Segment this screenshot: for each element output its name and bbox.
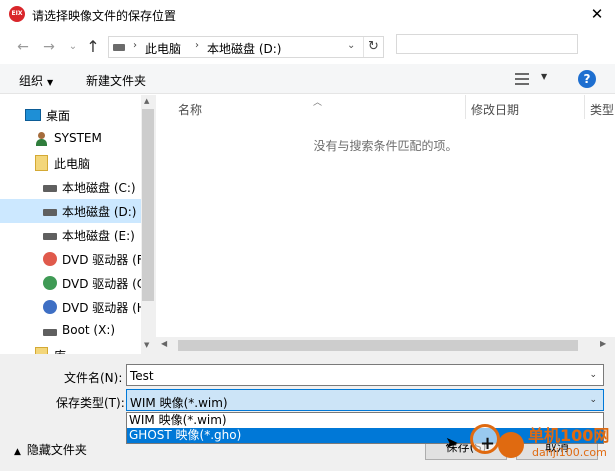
chevron-right-icon: › [133,40,137,51]
sidebar-item-dvd-h[interactable]: DVD 驱动器 (H [0,295,146,319]
caret-down-icon: ▼ [47,78,54,87]
column-divider[interactable] [465,95,466,119]
empty-folder-message: 没有与搜索条件匹配的项。 [313,139,458,153]
horizontal-scrollbar-thumb[interactable] [178,340,578,351]
column-header-modified[interactable]: 修改日期 [471,101,519,118]
sidebar-item-label: 桌面 [46,109,71,123]
sidebar-item-this-pc[interactable]: 此电脑 [0,151,141,175]
sidebar-item-drive-e[interactable]: 本地磁盘 (E:) [0,223,141,247]
filename-label: 文件名(N): [64,371,123,385]
filetype-label: 保存类型(T): [56,396,125,410]
navigation-pane: 桌面 SYSTEM 此电脑 本地磁盘 (C:) 本地磁盘 (D:) 本地磁盘 (… [0,95,156,354]
filename-field[interactable]: Test ⌄ [126,364,604,386]
close-icon[interactable]: ✕ [585,3,609,25]
sidebar-item-desktop[interactable]: 桌面 [0,103,141,127]
breadcrumb-this-pc[interactable]: 此电脑 [145,40,181,57]
filename-value: Test [130,369,154,383]
back-icon[interactable]: ← [14,38,32,56]
computer-icon [113,44,125,51]
mouse-cursor-icon: ➤ [445,433,459,452]
scroll-right-icon[interactable]: ▶ [600,339,606,348]
watermark-logo: + 单机100网 danji100.com [470,418,615,471]
navigation-bar: ← → ⌄ ↑ › 此电脑 › 本地磁盘 (D:) ⌄ ↻ [0,30,615,64]
sidebar-item-label: 库 [54,347,66,354]
sidebar-item-label: DVD 驱动器 (H [62,301,146,315]
sidebar-item-label: 本地磁盘 (C:) [62,181,136,195]
title-bar: EIX 请选择映像文件的保存位置 ✕ [0,0,615,30]
recent-locations-icon[interactable]: ⌄ [64,38,82,56]
window-title: 请选择映像文件的保存位置 [32,9,177,23]
sidebar-item-label: 本地磁盘 (E:) [62,229,135,243]
dvd-icon [43,276,57,290]
sidebar-scrollbar-thumb[interactable] [142,109,154,301]
drive-icon [43,185,57,192]
dvd-icon [43,300,57,314]
sort-ascending-icon: ︿ [313,98,323,108]
refresh-icon[interactable]: ↻ [363,37,383,57]
sidebar-item-label: DVD 驱动器 (C [62,277,146,291]
sidebar-item-system[interactable]: SYSTEM [0,127,141,151]
drive-icon [43,209,57,216]
sidebar-item-dvd-f[interactable]: DVD 驱动器 (F [0,247,144,271]
drive-icon [43,233,57,240]
view-list-icon [515,73,529,85]
filetype-select[interactable]: WIM 映像(*.wim) ⌄ [126,389,604,411]
watermark-circle-icon: + [470,424,500,454]
address-bar[interactable]: › 此电脑 › 本地磁盘 (D:) ⌄ ↻ [108,36,384,58]
sidebar-item-label: DVD 驱动器 (F [62,253,144,267]
filetype-value: WIM 映像(*.wim) [130,396,228,410]
sidebar-item-label: 此电脑 [54,157,91,171]
dvd-icon [43,252,57,266]
view-options-button[interactable]: ▼ [515,71,555,87]
breadcrumb-drive-d[interactable]: 本地磁盘 (D:) [207,40,281,57]
sidebar-item-label: Boot (X:) [62,323,116,337]
chevron-down-icon[interactable]: ⌄ [347,40,355,51]
organize-button[interactable]: 组织 ▼ [19,72,53,89]
command-bar: 组织 ▼ 新建文件夹 ▼ ? [0,64,615,94]
watermark-dot-icon [498,432,524,458]
up-icon[interactable]: ↑ [84,38,102,56]
sidebar-item-label: SYSTEM [54,131,102,145]
column-header-type[interactable]: 类型 [590,101,614,118]
column-header-name[interactable]: 名称 [178,101,202,118]
horizontal-scrollbar[interactable]: ◀ ▶ [156,337,615,354]
chevron-up-icon: ▲ [14,447,21,457]
scroll-up-icon[interactable]: ▲ [144,97,149,105]
scroll-down-icon[interactable]: ▼ [144,341,149,349]
sidebar-item-boot-x[interactable]: Boot (X:) [0,319,141,343]
help-icon[interactable]: ? [578,70,596,88]
sidebar-item-label: 本地磁盘 (D:) [62,205,137,219]
search-input[interactable] [396,34,578,54]
organize-label: 组织 [19,74,44,88]
folder-icon [35,347,48,354]
watermark-text: 单机100网 [528,426,610,445]
hide-folders-label: 隐藏文件夹 [26,443,87,457]
new-folder-button[interactable]: 新建文件夹 [86,72,146,89]
folder-icon [35,155,48,171]
caret-down-icon: ▼ [541,72,548,81]
hide-folders-button[interactable]: ▲ 隐藏文件夹 [14,441,87,458]
chevron-right-icon: › [195,40,199,51]
sidebar-item-drive-c[interactable]: 本地磁盘 (C:) [0,175,141,199]
chevron-down-icon[interactable]: ⌄ [589,370,597,380]
watermark-url: danji100.com [532,446,607,459]
column-divider[interactable] [584,95,585,119]
app-icon: EIX [9,6,25,22]
sidebar-item-dvd-g[interactable]: DVD 驱动器 (C [0,271,145,295]
user-icon [35,132,47,146]
scroll-left-icon[interactable]: ◀ [161,339,167,348]
file-list: ︿ 名称 修改日期 类型 没有与搜索条件匹配的项。 ◀ ▶ [156,95,615,354]
drive-icon [43,329,57,336]
sidebar-item-drive-d[interactable]: 本地磁盘 (D:) [0,199,141,223]
chevron-down-icon[interactable]: ⌄ [589,395,597,405]
sidebar-item-libraries[interactable]: 库 [0,343,141,354]
forward-icon[interactable]: → [40,38,58,56]
desktop-icon [25,109,41,121]
